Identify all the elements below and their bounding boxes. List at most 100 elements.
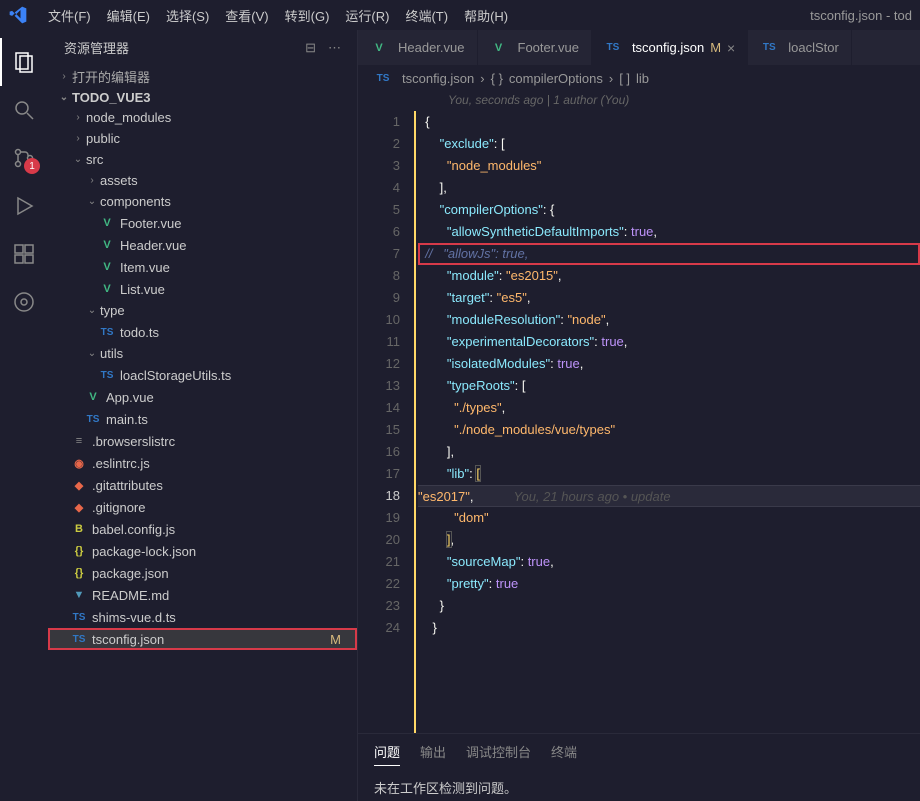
explorer-icon[interactable] bbox=[0, 38, 48, 86]
file-item[interactable]: TStodo.ts bbox=[48, 321, 357, 343]
file-item[interactable]: TSmain.ts bbox=[48, 408, 357, 430]
editor-tab[interactable]: TSloaclStor bbox=[748, 30, 852, 65]
code-line[interactable]: "sourceMap": true, bbox=[418, 551, 920, 573]
code-line[interactable]: "./types", bbox=[418, 397, 920, 419]
file-item[interactable]: {}package-lock.json bbox=[48, 540, 357, 562]
code-line[interactable]: "isolatedModules": true, bbox=[418, 353, 920, 375]
folder-item[interactable]: ⌄components bbox=[48, 191, 357, 212]
code-line[interactable]: "dom" bbox=[418, 507, 920, 529]
open-editors-section[interactable]: › 打开的编辑器 bbox=[48, 65, 357, 88]
file-item[interactable]: ◆.gitignore bbox=[48, 496, 357, 518]
file-item[interactable]: ≡.browserslistrc bbox=[48, 430, 357, 452]
editor-tab[interactable]: TStsconfig.jsonM× bbox=[592, 30, 748, 65]
code-line[interactable]: "typeRoots": [ bbox=[418, 375, 920, 397]
folder-item[interactable]: ›public bbox=[48, 128, 357, 149]
file-item[interactable]: ◉.eslintrc.js bbox=[48, 452, 357, 474]
remote-icon[interactable] bbox=[0, 278, 48, 326]
code-line[interactable]: } bbox=[418, 595, 920, 617]
vue-icon: V bbox=[98, 259, 116, 275]
run-debug-icon[interactable] bbox=[0, 182, 48, 230]
menubar: 文件(F)编辑(E)选择(S)查看(V)转到(G)运行(R)终端(T)帮助(H)… bbox=[0, 0, 920, 30]
code-line[interactable]: } bbox=[418, 617, 920, 639]
ts-icon: TS bbox=[374, 70, 392, 86]
editor-area: VHeader.vueVFooter.vueTStsconfig.jsonM×T… bbox=[358, 30, 920, 801]
panel-tab[interactable]: 输出 bbox=[420, 742, 446, 766]
panel-tab[interactable]: 问题 bbox=[374, 742, 400, 766]
file-item[interactable]: {}package.json bbox=[48, 562, 357, 584]
more-icon[interactable]: ⋯ bbox=[328, 40, 341, 56]
ts-icon: TS bbox=[98, 367, 116, 383]
code-line[interactable]: "lib": [ bbox=[418, 463, 920, 485]
sidebar-header: 资源管理器 ⊟ ⋯ bbox=[48, 30, 357, 65]
chevron-down-icon: ⌄ bbox=[84, 305, 100, 316]
panel-tab[interactable]: 调试控制台 bbox=[466, 742, 531, 766]
file-item[interactable]: VFooter.vue bbox=[48, 212, 357, 234]
code-line[interactable]: "./node_modules/vue/types" bbox=[418, 419, 920, 441]
file-item[interactable]: TSloaclStorageUtils.ts bbox=[48, 364, 357, 386]
close-icon[interactable]: × bbox=[727, 40, 735, 56]
code-line[interactable]: "experimentalDecorators": true, bbox=[418, 331, 920, 353]
editor-tabs: VHeader.vueVFooter.vueTStsconfig.jsonM×T… bbox=[358, 30, 920, 65]
panel-message: 未在工作区检测到问题。 bbox=[358, 774, 920, 801]
code-line[interactable]: "module": "es2015", bbox=[418, 265, 920, 287]
code-line[interactable]: ], bbox=[418, 441, 920, 463]
menu-item[interactable]: 帮助(H) bbox=[456, 6, 516, 25]
code-line[interactable]: "allowSyntheticDefaultImports": true, bbox=[418, 221, 920, 243]
folder-item[interactable]: ›node_modules bbox=[48, 107, 357, 128]
bottom-panel: 问题输出调试控制台终端 未在工作区检测到问题。 bbox=[358, 733, 920, 801]
folder-item[interactable]: ⌄type bbox=[48, 300, 357, 321]
vue-icon: V bbox=[98, 237, 116, 253]
eslint-icon: ◉ bbox=[70, 455, 88, 471]
editor-tab[interactable]: VFooter.vue bbox=[478, 30, 592, 65]
code-line[interactable]: "target": "es5", bbox=[418, 287, 920, 309]
folder-item[interactable]: ›assets bbox=[48, 170, 357, 191]
menu-item[interactable]: 运行(R) bbox=[337, 6, 397, 25]
file-item[interactable]: VItem.vue bbox=[48, 256, 357, 278]
source-control-icon[interactable]: 1 bbox=[0, 134, 48, 182]
file-item[interactable]: VList.vue bbox=[48, 278, 357, 300]
chevron-down-icon: ⌄ bbox=[84, 348, 100, 359]
extensions-icon[interactable] bbox=[0, 230, 48, 278]
folder-item[interactable]: ⌄src bbox=[48, 149, 357, 170]
file-item[interactable]: Bbabel.config.js bbox=[48, 518, 357, 540]
code-editor[interactable]: 123456789101112131415161718192021222324 … bbox=[358, 111, 920, 733]
vue-icon: V bbox=[98, 215, 116, 231]
code-line[interactable]: "pretty": true bbox=[418, 573, 920, 595]
menu-item[interactable]: 查看(V) bbox=[217, 6, 276, 25]
babel-icon: B bbox=[70, 521, 88, 537]
menu-item[interactable]: 编辑(E) bbox=[99, 6, 158, 25]
vue-icon: V bbox=[98, 281, 116, 297]
code-line[interactable]: ], bbox=[418, 529, 920, 551]
sidebar-action-icon[interactable]: ⊟ bbox=[305, 40, 316, 56]
file-item[interactable]: ▼README.md bbox=[48, 584, 357, 606]
file-item[interactable]: VHeader.vue bbox=[48, 234, 357, 256]
code-line[interactable]: "node_modules" bbox=[418, 155, 920, 177]
scm-badge: 1 bbox=[24, 158, 40, 174]
menu-item[interactable]: 文件(F) bbox=[40, 6, 99, 25]
chevron-right-icon: › bbox=[56, 71, 72, 82]
code-line[interactable]: "moduleResolution": "node", bbox=[418, 309, 920, 331]
menu-item[interactable]: 选择(S) bbox=[158, 6, 217, 25]
code-line[interactable]: // "allowJs": true, bbox=[418, 243, 920, 265]
code-line[interactable]: "es2017",You, 21 hours ago • update bbox=[418, 485, 920, 507]
file-item[interactable]: ◆.gitattributes bbox=[48, 474, 357, 496]
file-item[interactable]: TSshims-vue.d.ts bbox=[48, 606, 357, 628]
editor-tab[interactable]: VHeader.vue bbox=[358, 30, 478, 65]
code-line[interactable]: "compilerOptions": { bbox=[418, 199, 920, 221]
folder-item[interactable]: ⌄utils bbox=[48, 343, 357, 364]
modified-indicator: M bbox=[330, 632, 349, 647]
panel-tab[interactable]: 终端 bbox=[551, 742, 577, 766]
breadcrumb[interactable]: TS tsconfig.json › { } compilerOptions ›… bbox=[358, 65, 920, 91]
code-line[interactable]: "exclude": [ bbox=[418, 133, 920, 155]
menu-item[interactable]: 终端(T) bbox=[397, 6, 456, 25]
git-blame-header: You, seconds ago | 1 author (You) bbox=[358, 91, 920, 111]
code-line[interactable]: { bbox=[418, 111, 920, 133]
menu-item[interactable]: 转到(G) bbox=[277, 6, 338, 25]
git-icon: ◆ bbox=[70, 477, 88, 493]
file-item[interactable]: VApp.vue bbox=[48, 386, 357, 408]
sidebar-title: 资源管理器 bbox=[64, 38, 129, 57]
code-line[interactable]: ], bbox=[418, 177, 920, 199]
search-icon[interactable] bbox=[0, 86, 48, 134]
file-item[interactable]: TStsconfig.jsonM bbox=[48, 628, 357, 650]
project-section[interactable]: ⌄ TODO_VUE3 bbox=[48, 88, 357, 107]
